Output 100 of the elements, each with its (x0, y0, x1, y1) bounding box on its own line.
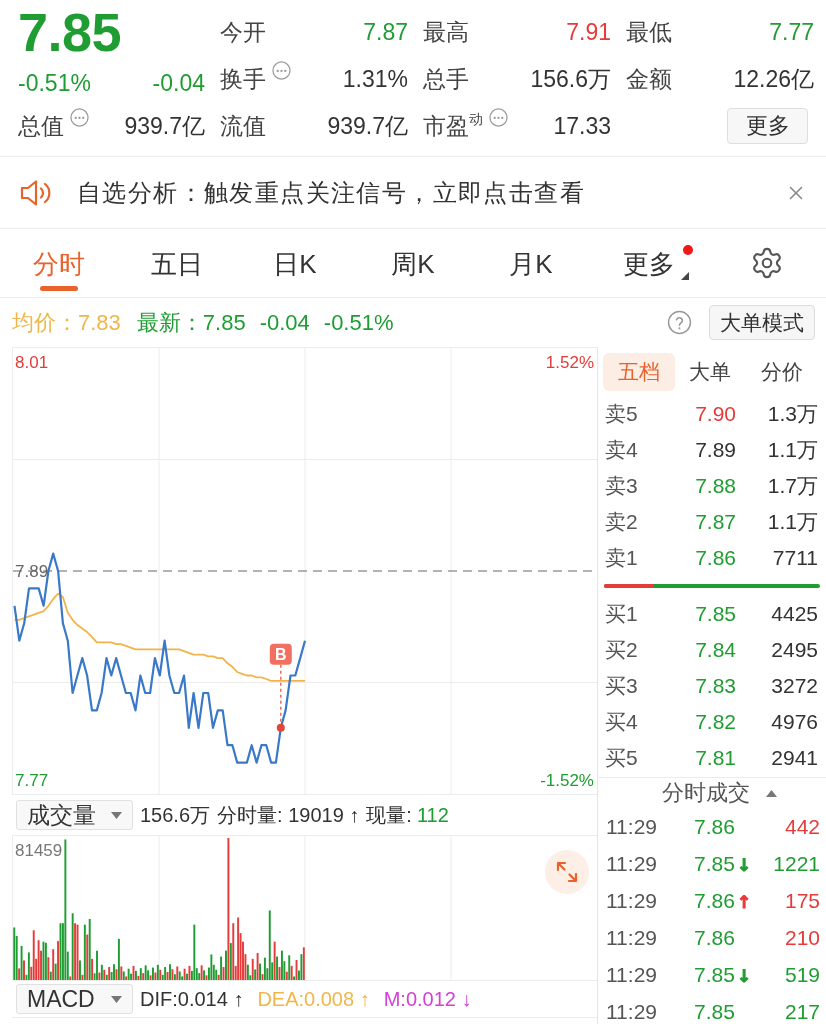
order-volume: 4425 (770, 602, 818, 626)
period-tab[interactable]: 周K (385, 236, 441, 294)
stat-label: 今开 (220, 17, 266, 46)
stat-label: 最低 (626, 17, 672, 46)
order-price: 7.86 (694, 546, 736, 570)
trade-price: 7.85 (694, 851, 735, 876)
average-price-text: 均价：7.83 (12, 308, 121, 337)
trade-volume: 217 (784, 999, 820, 1024)
volume-max-label: 81459 (15, 841, 63, 861)
trade-time: 11:29 (606, 814, 658, 839)
order-volume: 1.1万 (766, 437, 818, 463)
trade-volume: 210 (784, 925, 820, 950)
order-volume: 1.7万 (766, 473, 818, 499)
stat-value: 156.6万 (530, 64, 611, 93)
stat-label: 总手 (423, 64, 469, 93)
order-level-label: 卖3 (605, 473, 639, 499)
macd-value: DIF:0.014 ↑ (140, 987, 244, 1011)
order-volume: 3272 (770, 674, 818, 698)
stat-value: 12.26亿 (733, 64, 814, 93)
trades-title[interactable]: 分时成交 (661, 778, 750, 808)
order-volume: 2495 (770, 638, 818, 662)
order-level-label: 买1 (605, 601, 639, 627)
order-price: 7.84 (694, 638, 736, 662)
annotation: B (275, 646, 287, 664)
order-level-label: 卖5 (605, 401, 639, 427)
change-amount: -0.04 (152, 69, 205, 97)
stat-label: 流值 (220, 111, 266, 140)
stat-label: 市盈$^{动}$ (423, 111, 483, 140)
order-book-tab[interactable]: 分价 (746, 353, 818, 391)
period-tab[interactable]: 月K (503, 236, 559, 294)
ellipsis-circle-icon[interactable] (272, 61, 291, 80)
settings-icon[interactable] (750, 246, 784, 280)
percent-axis-label: 1.52% (545, 352, 594, 372)
trade-volume: 442 (784, 814, 820, 839)
caret-down-icon (111, 811, 122, 819)
caret-up-icon (765, 789, 777, 797)
order-level-label: 买3 (605, 673, 639, 699)
total-volume: 156.6万 (140, 802, 211, 828)
order-level-label: 买5 (605, 745, 639, 771)
trade-price: 7.85 (694, 999, 735, 1024)
latest-change-text: -0.04 (259, 309, 310, 336)
trade-volume: 519 (784, 962, 820, 987)
large-order-mode-button[interactable]: 大单模式 (709, 305, 815, 340)
expand-icon[interactable] (545, 850, 589, 894)
current-volume-value: 112 (416, 803, 449, 827)
current-price: 7.85 (18, 6, 122, 57)
order-book-tab[interactable]: 大单 (674, 353, 747, 391)
stat-label: 换手 (220, 64, 266, 93)
order-price: 7.83 (694, 674, 736, 698)
period-tab[interactable]: 日K (267, 236, 323, 294)
stat-value: 7.77 (769, 17, 814, 46)
order-volume: 2941 (770, 746, 818, 770)
latest-price-text: 最新：7.85 (136, 308, 246, 337)
stat-label: 最高 (423, 17, 469, 46)
order-price: 7.89 (694, 438, 736, 462)
trade-time: 11:29 (606, 888, 658, 913)
trade-time: 11:29 (606, 962, 658, 987)
stat-value: 17.33 (553, 111, 611, 140)
stat-value: 7.91 (566, 17, 611, 46)
trade-price: 7.86 (694, 925, 735, 950)
indicator-dropdown[interactable]: MACD (16, 984, 133, 1014)
order-volume: 1.3万 (766, 401, 818, 427)
trade-volume: 1221 (773, 851, 820, 876)
trade-price: 7.86 (694, 888, 735, 913)
order-price: 7.85 (694, 602, 736, 626)
ellipsis-circle-icon[interactable] (70, 108, 89, 127)
current-volume-label: 现量: (366, 802, 412, 828)
stat-label: 金额 (626, 64, 672, 93)
order-volume: 1.1万 (766, 509, 818, 535)
minute-volume: 分时量: 19019 ↑ (217, 802, 360, 828)
trade-price: 7.86 (694, 814, 735, 839)
price-axis-label: 8.01 (15, 352, 49, 372)
speaker-icon (20, 178, 53, 207)
change-percent: -0.51% (18, 69, 91, 97)
order-price: 7.87 (694, 510, 736, 534)
macd-value: DEA:0.008 ↑ (257, 987, 370, 1011)
help-icon[interactable] (667, 310, 692, 335)
order-price: 7.90 (694, 402, 736, 426)
stat-value: 1.31% (342, 64, 408, 93)
price-axis-label: 7.77 (15, 771, 49, 791)
trade-time: 11:29 (606, 999, 658, 1024)
more-button[interactable]: 更多 (727, 107, 808, 144)
stat-value: 939.7亿 (327, 111, 408, 140)
order-level-label: 卖2 (605, 509, 639, 535)
order-level-label: 卖1 (605, 545, 639, 571)
order-price: 7.88 (694, 474, 736, 498)
order-price: 7.82 (694, 710, 736, 734)
period-tab[interactable]: 五日 (145, 236, 209, 294)
ellipsis-circle-icon[interactable] (489, 108, 508, 127)
order-level-label: 卖4 (605, 437, 639, 463)
notice-text[interactable]: 自选分析：触发重点关注信号，立即点击查看 (77, 176, 585, 209)
trend-arrow: ↓ (736, 854, 752, 875)
stat-value: 7.87 (363, 17, 408, 46)
latest-change-percent: -0.51% (323, 309, 394, 336)
percent-axis-label: -1.52% (540, 771, 594, 791)
caret-down-icon (111, 995, 122, 1003)
trend-arrow: ↓ (736, 965, 752, 986)
indicator-dropdown[interactable]: 成交量 (16, 800, 133, 830)
period-tab[interactable]: 更多 (599, 236, 699, 294)
macd-value: M:0.012 ↓ (383, 987, 472, 1011)
